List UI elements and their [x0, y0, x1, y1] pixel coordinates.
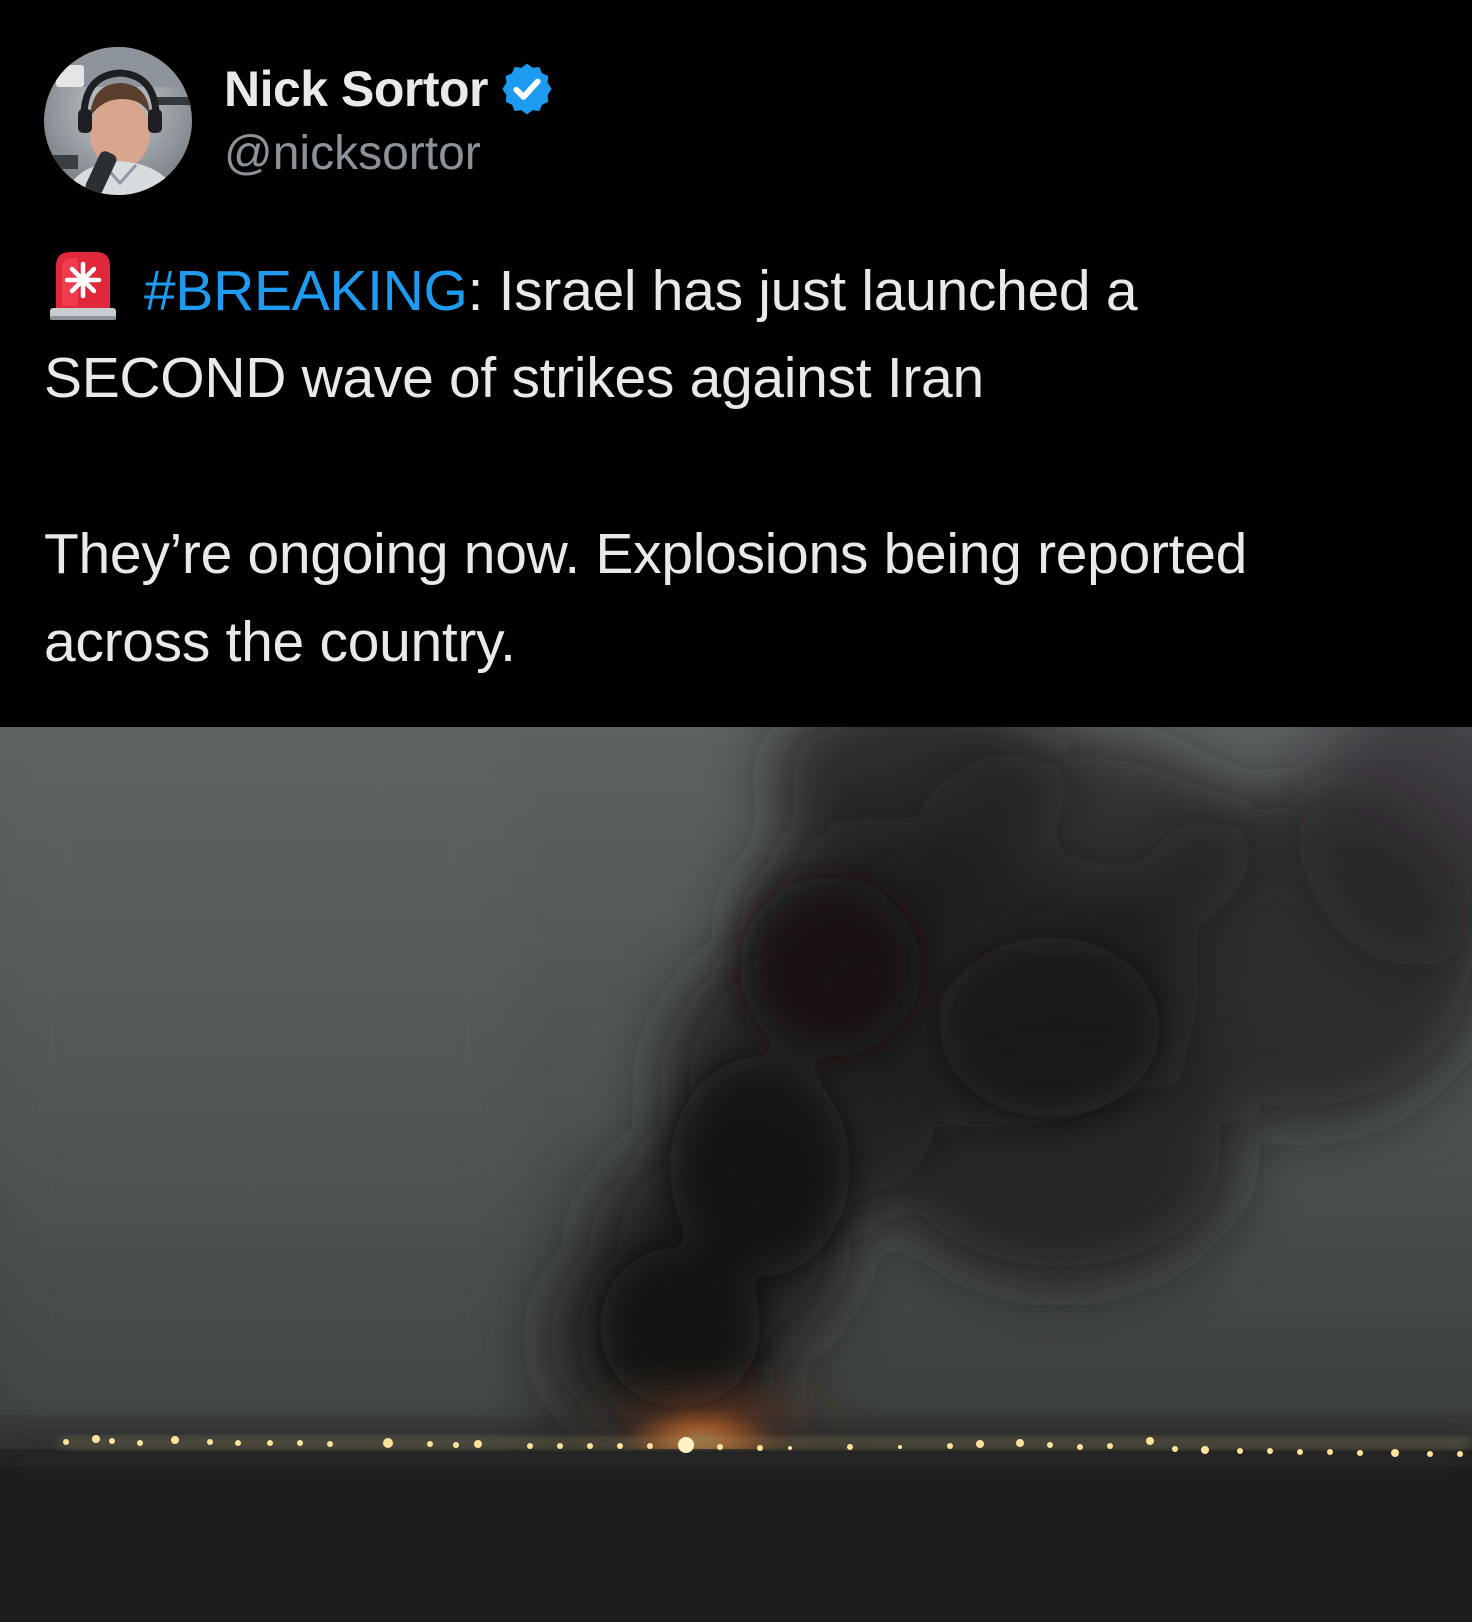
handle[interactable]: @nicksortor: [224, 126, 556, 181]
police-car-light-icon: [44, 246, 122, 324]
avatar-image: [44, 47, 192, 195]
name-row: Nick Sortor: [224, 56, 556, 122]
photo-smoke-plume: [0, 727, 1472, 1622]
avatar[interactable]: [44, 47, 192, 195]
display-name[interactable]: Nick Sortor: [224, 60, 489, 118]
text-line-1-rest: : Israel has just launched a: [467, 259, 1138, 323]
tweet-text: #BREAKING: Israel has just launched a SE…: [44, 246, 1444, 686]
hashtag-link[interactable]: #BREAKING: [144, 259, 468, 323]
text-line-4: across the country.: [44, 610, 516, 674]
text-line-1: #BREAKING: Israel has just launched a: [44, 246, 1444, 334]
paragraph-break: [44, 422, 1444, 510]
verified-badge-icon: [498, 60, 556, 118]
author-identity[interactable]: Nick Sortor @nicksortor: [224, 56, 556, 181]
text-line-3: They’re ongoing now. Explosions being re…: [44, 522, 1247, 586]
tweet-header: Nick Sortor @nicksortor: [44, 46, 556, 196]
text-line-2: SECOND wave of strikes against Iran: [44, 346, 984, 410]
tweet[interactable]: Nick Sortor @nicksortor #BREAKING: Israe…: [0, 0, 1472, 1622]
tweet-media-photo[interactable]: [0, 727, 1472, 1622]
